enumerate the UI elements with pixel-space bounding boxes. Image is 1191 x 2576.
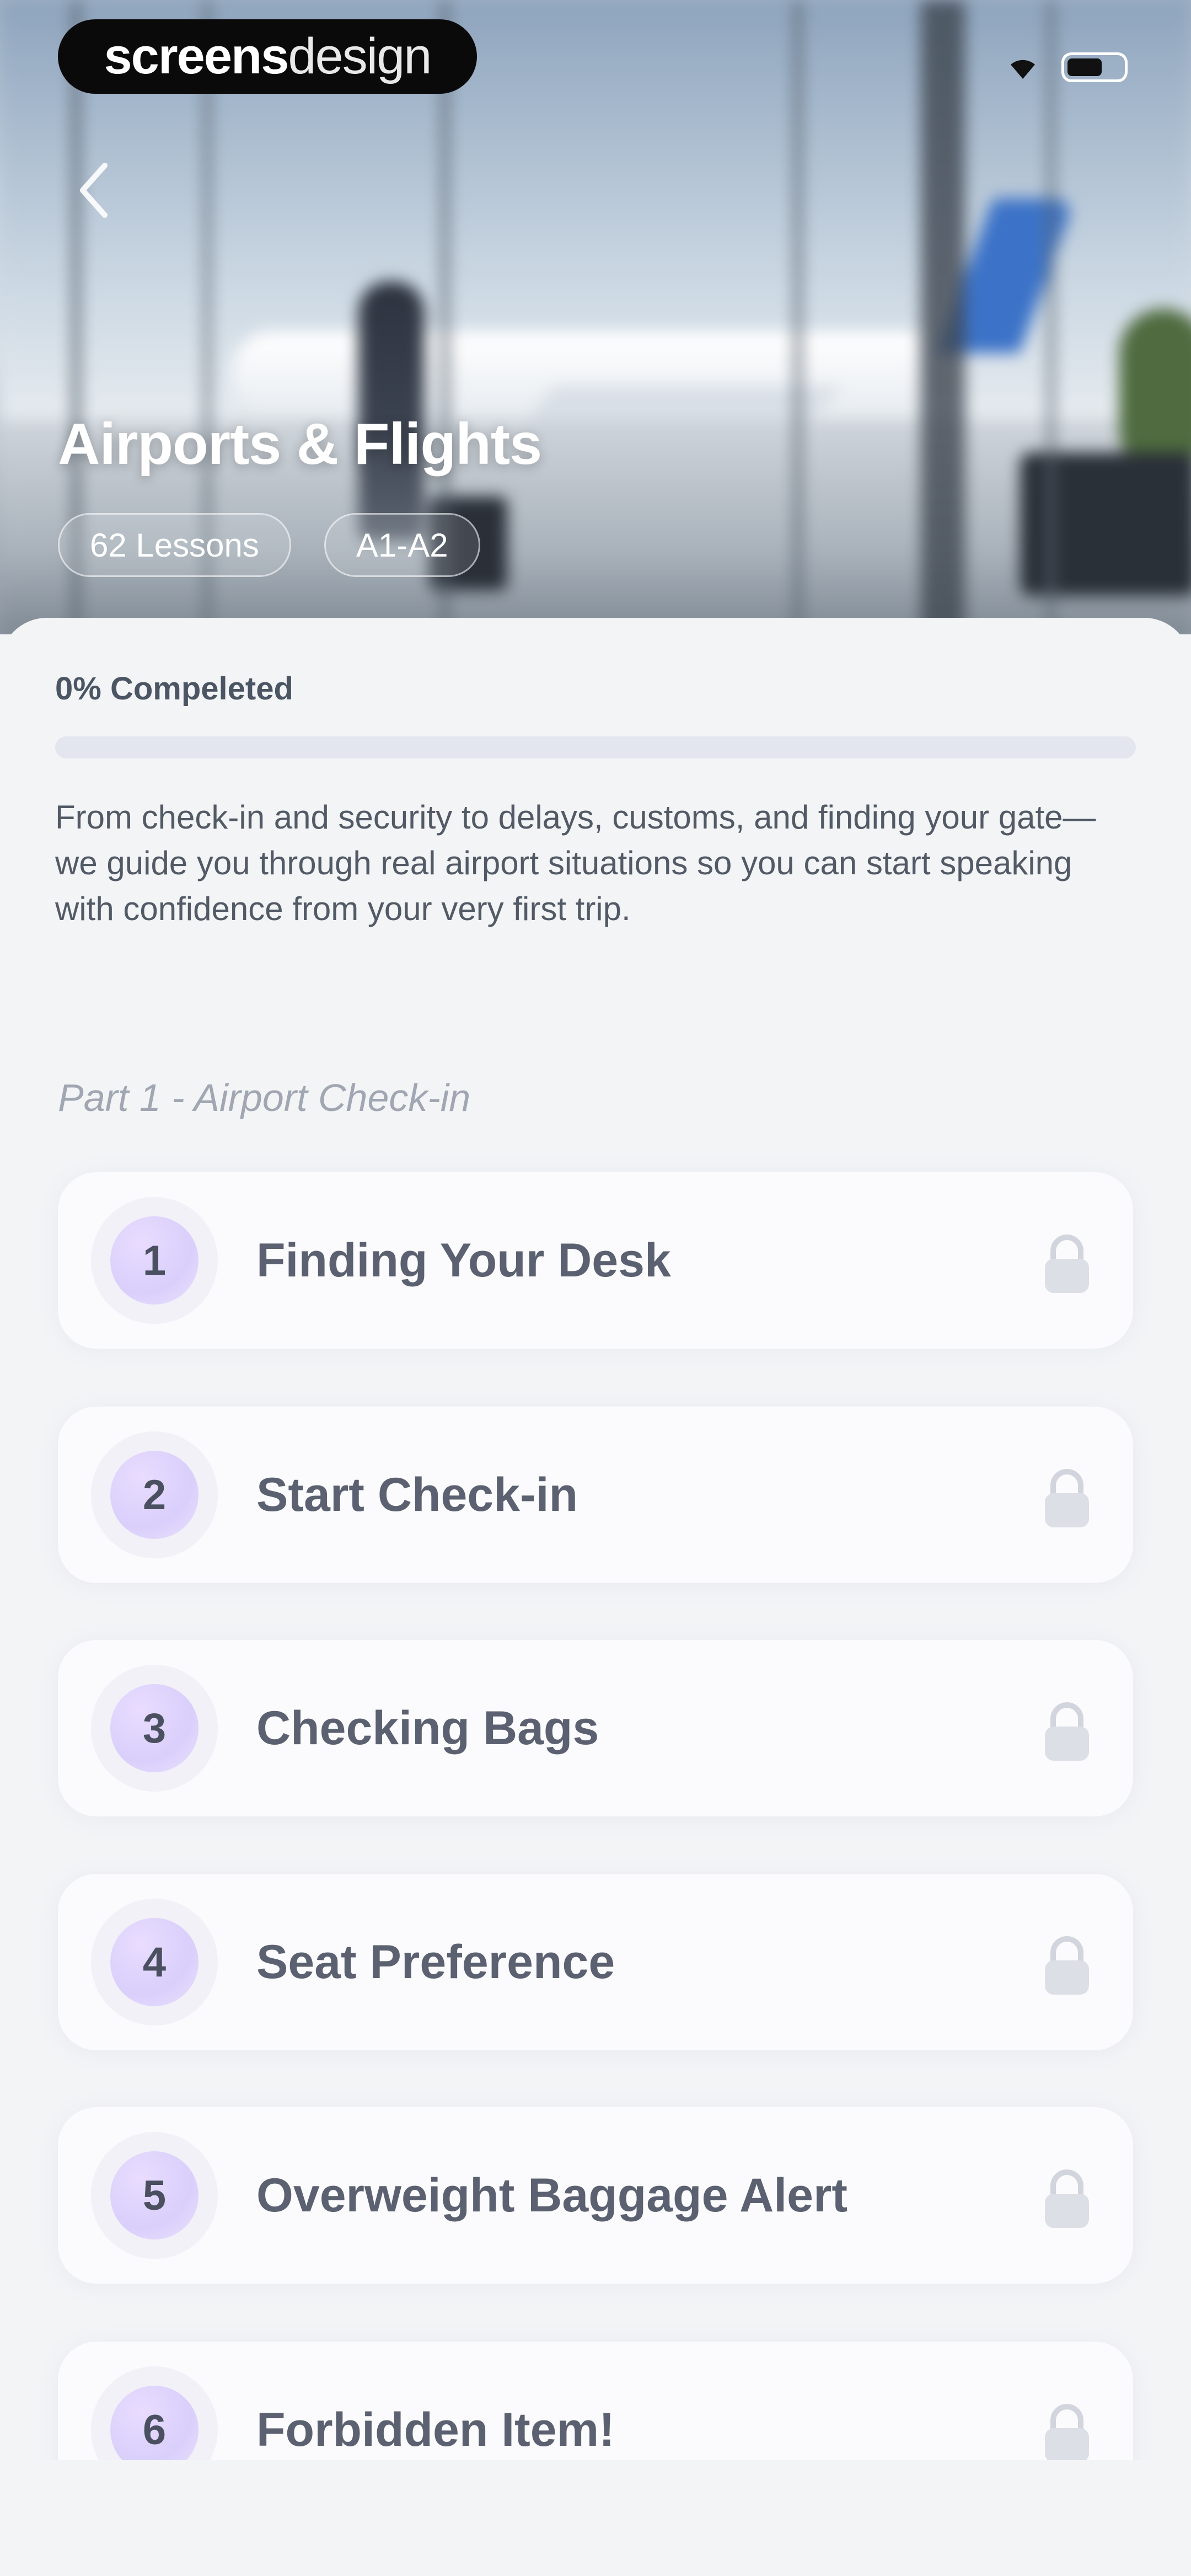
lock-icon [1045, 1469, 1089, 1527]
battery-icon [1061, 52, 1128, 82]
chevron-left-icon [80, 163, 108, 218]
course-sheet[interactable]: 0% Compeleted From check-in and security… [0, 618, 1191, 2576]
meta-chips: 62 Lessons A1-A2 [58, 513, 480, 577]
lesson-title: Overweight Baggage Alert [256, 2168, 848, 2222]
watermark-light: design [288, 28, 432, 84]
lock-icon [1045, 1936, 1089, 1995]
page-title: Airports & Flights [58, 411, 542, 477]
watermark-bold: screens [104, 28, 289, 84]
lesson-card[interactable]: 4 Seat Preference [58, 1874, 1133, 2050]
wifi-icon [1011, 60, 1035, 79]
lesson-card[interactable]: 2 Start Check-in [58, 1407, 1133, 1583]
status-bar [1006, 52, 1128, 82]
lesson-number-badge: 3 [91, 1665, 218, 1792]
lesson-number: 4 [110, 1918, 198, 2006]
lesson-number: 5 [110, 2151, 198, 2240]
lesson-number-badge: 5 [91, 2132, 218, 2259]
lock-icon [1045, 1234, 1089, 1293]
lock-icon [1045, 2169, 1089, 2228]
lesson-card[interactable]: 6 Forbidden Item! [58, 2342, 1133, 2460]
lesson-title: Seat Preference [256, 1935, 615, 1989]
back-button[interactable] [77, 160, 121, 226]
screen: screens design Airports & Flights 62 Less… [0, 0, 1191, 2576]
lessons-count-chip: 62 Lessons [58, 513, 291, 577]
lesson-number: 6 [110, 2386, 198, 2460]
lesson-number-badge: 2 [91, 1431, 218, 1558]
progress-bar [55, 736, 1136, 758]
watermark-logo: screens design [58, 19, 477, 94]
level-chip: A1-A2 [324, 513, 480, 577]
lock-icon [1045, 2404, 1089, 2460]
lesson-title: Finding Your Desk [256, 1233, 671, 1287]
lesson-number-badge: 1 [91, 1197, 218, 1324]
lesson-card[interactable]: 5 Overweight Baggage Alert [58, 2107, 1133, 2284]
lesson-number: 3 [110, 1684, 198, 1772]
lesson-number-badge: 6 [91, 2366, 218, 2460]
lesson-card[interactable]: 1 Finding Your Desk [58, 1172, 1133, 1349]
lesson-title: Forbidden Item! [256, 2403, 615, 2456]
hero-image: screens design Airports & Flights 62 Less… [0, 0, 1191, 634]
lesson-number: 2 [110, 1451, 198, 1539]
lesson-card[interactable]: 3 Checking Bags [58, 1640, 1133, 1816]
lesson-title: Checking Bags [256, 1701, 599, 1755]
course-description: From check-in and security to delays, cu… [55, 799, 1096, 927]
lesson-number-badge: 4 [91, 1899, 218, 2025]
lesson-scroll-area[interactable]: 0% Compeleted From check-in and security… [0, 618, 1191, 2460]
lesson-number: 1 [110, 1216, 198, 1305]
part-heading: Part 1 - Airport Check-in [58, 1076, 471, 1119]
bottom-bar-area [0, 2463, 1191, 2576]
lesson-title: Start Check-in [256, 1468, 578, 1521]
lock-icon [1045, 1702, 1089, 1761]
progress-label: 0% Compeleted [55, 671, 293, 707]
